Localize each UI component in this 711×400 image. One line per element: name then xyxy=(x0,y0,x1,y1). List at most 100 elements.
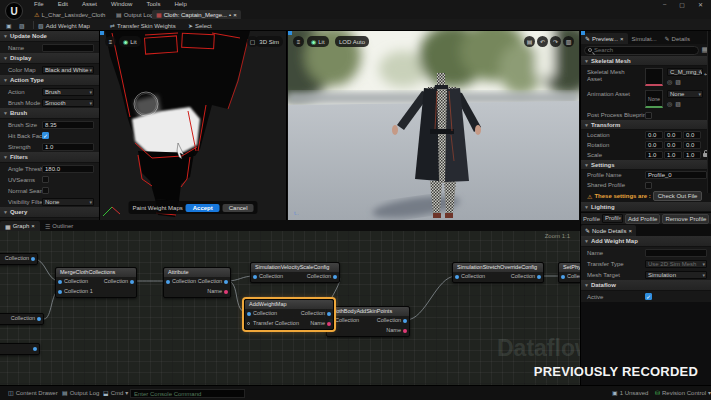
dropdown[interactable]: None▾ xyxy=(42,198,94,206)
menu-edit[interactable]: Edit xyxy=(58,1,68,7)
doc-tab[interactable]: ▦Cloth: Captain_Merge...•× xyxy=(152,10,241,19)
unsaved-indicator[interactable]: ▣1 Unsaved xyxy=(612,389,648,396)
graph-node-clothbodyaddskinpoints[interactable]: ClothBodyAddSkinPointsCollectionCollecti… xyxy=(326,306,410,337)
output-pin[interactable] xyxy=(224,290,228,294)
unreal-logo-icon[interactable]: U xyxy=(5,2,23,20)
output-pin[interactable] xyxy=(224,280,228,284)
graph-node-partial[interactable]: Collection xyxy=(0,253,38,265)
menu-asset[interactable]: Asset xyxy=(82,1,97,7)
input-pin[interactable] xyxy=(58,290,62,294)
asset-select[interactable]: None▾ xyxy=(667,90,703,98)
dropdown[interactable]: Use 2D Sim Mesh▾ xyxy=(645,260,707,268)
viewport-menu-button[interactable]: ≡ xyxy=(293,36,304,47)
viewport-menu-button[interactable]: ≡ xyxy=(105,36,116,47)
vector-value[interactable]: 0.0 xyxy=(645,131,663,139)
screenshot-icon[interactable]: ▤ xyxy=(524,36,535,47)
browse-button[interactable]: ▨ xyxy=(19,21,25,30)
search-input[interactable]: Search xyxy=(584,46,699,55)
section-lighting[interactable]: ▼Lighting xyxy=(581,202,711,212)
output-pin[interactable] xyxy=(333,275,337,279)
text-field[interactable] xyxy=(42,44,94,52)
checkbox[interactable]: ✓ xyxy=(645,293,652,300)
input-pin[interactable] xyxy=(455,275,459,279)
maximize-icon[interactable]: ▢ xyxy=(679,1,685,8)
accept-button[interactable]: Accept xyxy=(186,204,220,212)
output-pin[interactable] xyxy=(327,312,331,316)
tab-simulat[interactable]: Simulat... xyxy=(628,33,661,44)
menu-window[interactable]: Window xyxy=(111,1,132,7)
output-pin[interactable] xyxy=(403,319,407,323)
tab-node-details[interactable]: ✎Node Details× xyxy=(581,225,636,236)
vector-value[interactable]: 1.0 xyxy=(683,151,701,159)
output-pin[interactable] xyxy=(31,257,35,261)
section-action-type[interactable]: ▼Action Type xyxy=(0,75,99,86)
text-field[interactable]: 8.35 xyxy=(42,121,94,129)
graph-node-partial[interactable]: Collection xyxy=(0,313,44,325)
input-pin[interactable] xyxy=(247,312,251,316)
lit-mode-button[interactable]: ◉Lit xyxy=(119,36,141,47)
use-selected-icon[interactable]: ◎ xyxy=(667,78,672,85)
doc-tab[interactable]: ⚠L_Char_Lasixdev_Cloth xyxy=(30,10,109,19)
input-pin[interactable] xyxy=(561,275,565,279)
dropdown[interactable]: Brush▾ xyxy=(42,88,94,96)
menu-file[interactable]: File xyxy=(34,1,44,7)
graph-node-partial[interactable] xyxy=(0,343,40,355)
section-dataflow[interactable]: ▼Dataflow xyxy=(581,280,711,291)
use-selected-icon[interactable]: ◎ xyxy=(667,100,672,107)
menu-help[interactable]: Help xyxy=(174,1,186,7)
section-display[interactable]: ▼Display xyxy=(0,53,99,64)
content-drawer-button[interactable]: ◫Content Drawer xyxy=(8,389,58,396)
reset-icon[interactable]: ↩ xyxy=(704,70,709,77)
settings-grid-icon[interactable]: ▦ xyxy=(701,46,708,54)
section-transform[interactable]: ▼Transform xyxy=(581,120,711,130)
section-query[interactable]: ▼Query xyxy=(0,207,99,218)
vector-value[interactable]: 0.0 xyxy=(683,141,701,149)
close-window-icon[interactable]: ✕ xyxy=(698,1,703,8)
3d-sim-button[interactable]: 3D Sim xyxy=(255,36,283,47)
asset-select[interactable]: C_M_mrg_Ve▾ xyxy=(667,68,703,76)
checkbox[interactable] xyxy=(42,176,49,183)
lit-mode-button[interactable]: ◉Lit xyxy=(307,36,329,47)
dropdown[interactable]: Simulation▾ xyxy=(645,271,707,279)
check-out-file-button[interactable]: Check Out File xyxy=(653,191,703,201)
checkbox[interactable] xyxy=(645,182,652,189)
remove-profile-button[interactable]: Remove Profile xyxy=(662,214,709,224)
vector-value[interactable]: 0.0 xyxy=(664,131,682,139)
browse-icon[interactable]: ▨ xyxy=(675,100,681,107)
cancel-button[interactable]: Cancel xyxy=(223,204,254,212)
output-pin[interactable] xyxy=(130,280,134,284)
text-field[interactable]: Profile_0 xyxy=(645,171,707,179)
vector-value[interactable]: 1.0 xyxy=(645,151,663,159)
minimize-icon[interactable]: – xyxy=(663,1,666,8)
doc-tab[interactable]: ▤Output Log xyxy=(112,10,157,19)
checkbox[interactable] xyxy=(42,187,49,194)
toolbar-transfer-skin-weights[interactable]: ⇄Transfer Skin Weights xyxy=(110,21,176,30)
save-button[interactable]: ▣ xyxy=(6,21,12,30)
close-icon[interactable]: × xyxy=(628,228,632,234)
cmd-dropdown[interactable]: ⬓Cmd▾ xyxy=(103,389,128,396)
output-pin[interactable] xyxy=(33,347,37,351)
vector-value[interactable]: 0.0 xyxy=(683,131,701,139)
graph-node-simulationvelocityscaleconfig[interactable]: SimulationVelocityScaleConfigCollectionC… xyxy=(250,262,340,283)
output-pin[interactable] xyxy=(537,275,541,279)
close-icon[interactable]: × xyxy=(620,36,624,42)
text-field[interactable] xyxy=(645,249,707,257)
dataflow-graph[interactable]: CollectionCollectionMergeClothCollection… xyxy=(0,231,580,385)
revision-control-button[interactable]: ⛁Revision Control▾ xyxy=(655,389,711,396)
section-update-node[interactable]: ▼Update Node xyxy=(0,31,99,42)
output-pin[interactable] xyxy=(37,317,41,321)
add-profile-button[interactable]: Add Profile xyxy=(625,214,660,224)
vector-value[interactable]: 1.0 xyxy=(664,151,682,159)
lod-auto-button[interactable]: LOD Auto xyxy=(335,36,369,47)
close-icon[interactable]: × xyxy=(233,12,237,18)
output-pin[interactable] xyxy=(403,329,407,333)
checkbox[interactable]: ✓ xyxy=(42,132,49,139)
input-pin[interactable] xyxy=(253,275,257,279)
asset-thumbnail[interactable] xyxy=(645,68,663,86)
lock-icon[interactable] xyxy=(703,153,708,157)
close-icon[interactable]: × xyxy=(31,223,35,229)
menu-tools[interactable]: Tools xyxy=(146,1,160,7)
undo-icon[interactable]: ↶ xyxy=(537,36,548,47)
text-field[interactable]: 180.0 xyxy=(42,165,94,173)
profile-select[interactable]: Profil▾ xyxy=(602,214,623,223)
